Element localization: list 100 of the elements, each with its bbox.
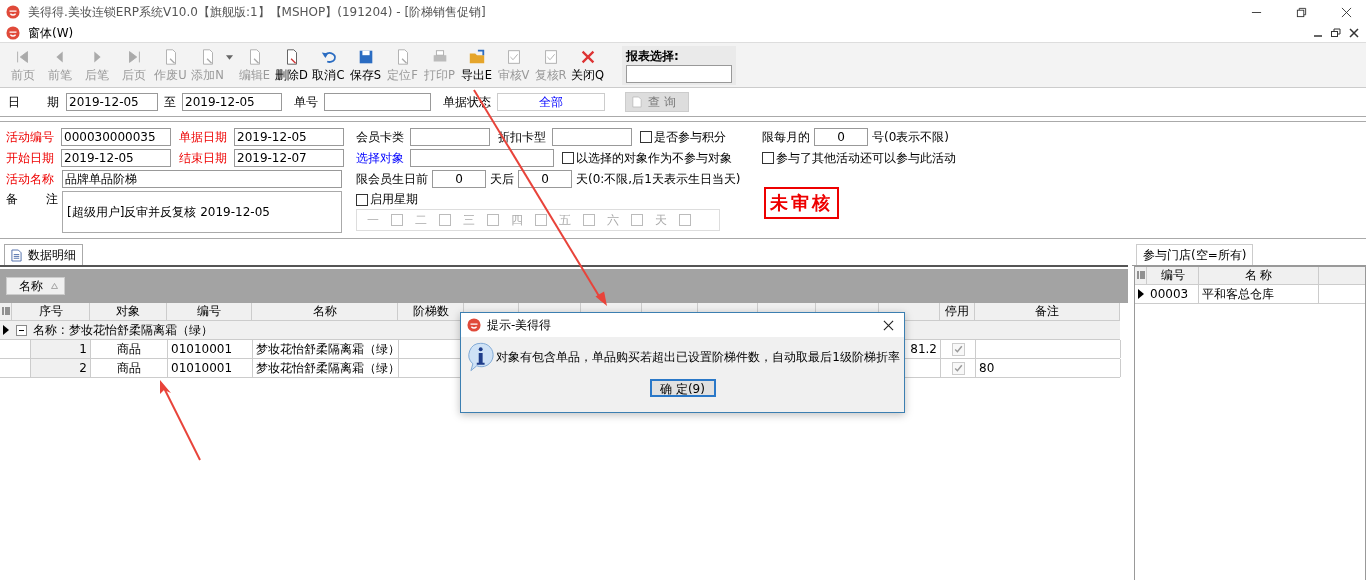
- checkbox[interactable]: [356, 193, 368, 206]
- table-cell: 01010001: [168, 340, 253, 358]
- day-of-month-field[interactable]: 0: [814, 128, 868, 146]
- close-icon[interactable]: [1348, 27, 1360, 39]
- document-icon: [165, 48, 176, 65]
- close-icon[interactable]: [1341, 6, 1352, 18]
- column-header[interactable]: 序号: [12, 303, 90, 320]
- tab[interactable]: 参与门店(空=所有): [1136, 244, 1254, 265]
- discount-card-field[interactable]: [552, 128, 632, 146]
- last-page-icon: [128, 50, 140, 63]
- table-cell: 01010001: [168, 359, 253, 377]
- field-label: 限会员生日前: [356, 170, 428, 188]
- checkbox[interactable]: [562, 152, 574, 164]
- select-target-link[interactable]: 选择对象: [356, 149, 408, 167]
- window-title: 美得得.美妆连锁ERP系统V10.0【旗舰版:1】【MSHOP】(191204) - [阶梯销售促销]: [28, 3, 486, 21]
- restore-icon[interactable]: [1296, 6, 1307, 18]
- caret-icon[interactable]: [226, 54, 233, 60]
- group-by-chip[interactable]: 名称: [6, 277, 65, 295]
- checkbox[interactable]: [631, 214, 643, 226]
- field-label: 活动名称: [6, 170, 55, 188]
- undo-icon: [321, 51, 336, 63]
- field-label: 开始日期: [6, 149, 55, 167]
- number-field[interactable]: [324, 93, 431, 111]
- checkbox[interactable]: [391, 214, 403, 226]
- status-stamp: 未审核: [764, 187, 839, 219]
- weekday-label: 一: [367, 211, 379, 229]
- toolbar-button[interactable]: 取消C: [310, 47, 347, 83]
- document-icon: [632, 96, 642, 108]
- checkbox[interactable]: [487, 214, 499, 226]
- checkbox[interactable]: [583, 214, 595, 226]
- previous-icon: [55, 51, 63, 62]
- column-header[interactable]: 编号: [167, 303, 252, 320]
- field-label: 限每月的: [762, 128, 810, 146]
- field-label: 活动编号: [6, 128, 55, 146]
- column-header[interactable]: 名 称: [1199, 267, 1319, 284]
- member-card-field[interactable]: [410, 128, 490, 146]
- checkbox-label: 是否参与积分: [654, 128, 726, 146]
- confirm-button[interactable]: 确 定(9): [649, 379, 716, 397]
- toolbar-button[interactable]: 保存S: [347, 47, 384, 83]
- column-header[interactable]: 对象: [90, 303, 167, 320]
- date-label: 日: [8, 93, 21, 111]
- date-field[interactable]: 2019-12-07: [234, 149, 344, 167]
- column-menu-icon[interactable]: [1, 307, 10, 316]
- column-header[interactable]: 停用: [940, 303, 975, 320]
- days-after-field[interactable]: 0: [518, 170, 572, 188]
- table-cell: 00003: [1147, 285, 1199, 303]
- weekday-label: 三: [463, 211, 475, 229]
- table-cell: 平和客总仓库: [1199, 285, 1319, 303]
- table-cell: 2: [31, 359, 91, 377]
- field-label: 单据日期: [179, 128, 228, 146]
- field-label: 注: [46, 191, 58, 208]
- window-menu[interactable]: 窗体(W): [28, 24, 74, 42]
- date-from-field[interactable]: 2019-12-05: [66, 93, 158, 111]
- target-field[interactable]: [410, 149, 554, 167]
- folder-icon: [469, 49, 484, 63]
- column-menu-icon[interactable]: [1136, 271, 1145, 280]
- checkbox[interactable]: [535, 214, 547, 226]
- table-cell: 80: [976, 359, 1121, 377]
- checkbox[interactable]: [640, 131, 652, 143]
- field-label: 会员卡类: [356, 128, 405, 146]
- checkbox[interactable]: [762, 152, 774, 164]
- weekday-label: 六: [607, 211, 619, 229]
- hint-text: 号(0表示不限): [872, 128, 949, 146]
- weekday-label: 天: [655, 211, 667, 229]
- toolbar-button[interactable]: 关闭Q: [569, 47, 606, 83]
- document-icon: [11, 248, 22, 262]
- close-icon[interactable]: [883, 319, 894, 331]
- printer-icon: [433, 49, 446, 61]
- date-to-field[interactable]: 2019-12-05: [182, 93, 282, 111]
- column-header[interactable]: 备注: [975, 303, 1120, 320]
- text-field[interactable]: 000030000035: [61, 128, 171, 146]
- hint-text: 天(0:不限,后1天表示生日当天): [576, 170, 741, 188]
- close-icon: [580, 49, 595, 64]
- toolbar-button[interactable]: 导出E: [458, 47, 495, 83]
- table-cell: 商品: [91, 340, 168, 358]
- app-logo-icon: [467, 318, 481, 332]
- number-label: 单号: [294, 93, 318, 111]
- text-field[interactable]: 2019-12-05: [61, 149, 171, 167]
- weekday-label: 五: [559, 211, 571, 229]
- days-before-field[interactable]: 0: [432, 170, 486, 188]
- remark-field[interactable]: [超级用户]反审并反复核 2019-12-05: [62, 191, 342, 233]
- tab[interactable]: 数据明细: [4, 244, 83, 265]
- restore-icon[interactable]: [1330, 27, 1342, 39]
- to-label: 至: [164, 93, 176, 111]
- first-page-icon: [16, 50, 28, 63]
- column-header[interactable]: 编号: [1147, 267, 1199, 284]
- toolbar-button[interactable]: 删除D: [273, 47, 310, 83]
- report-select-field[interactable]: [626, 64, 732, 83]
- collapse-toggle[interactable]: [16, 324, 27, 336]
- checkbox[interactable]: [439, 214, 451, 226]
- app-logo-icon: [6, 5, 20, 19]
- status-field[interactable]: 全部: [497, 93, 605, 111]
- activity-name-field[interactable]: 品牌单品阶梯: [62, 170, 342, 188]
- date-field[interactable]: 2019-12-05: [234, 128, 344, 146]
- report-select-label: 报表选择:: [626, 47, 680, 65]
- checkbox-icon: [507, 49, 520, 64]
- date-label: 期: [47, 93, 60, 111]
- column-header[interactable]: 名称: [252, 303, 398, 320]
- checkbox-label: 以选择的对象作为不参与对象: [576, 149, 732, 167]
- checkbox[interactable]: [679, 214, 691, 226]
